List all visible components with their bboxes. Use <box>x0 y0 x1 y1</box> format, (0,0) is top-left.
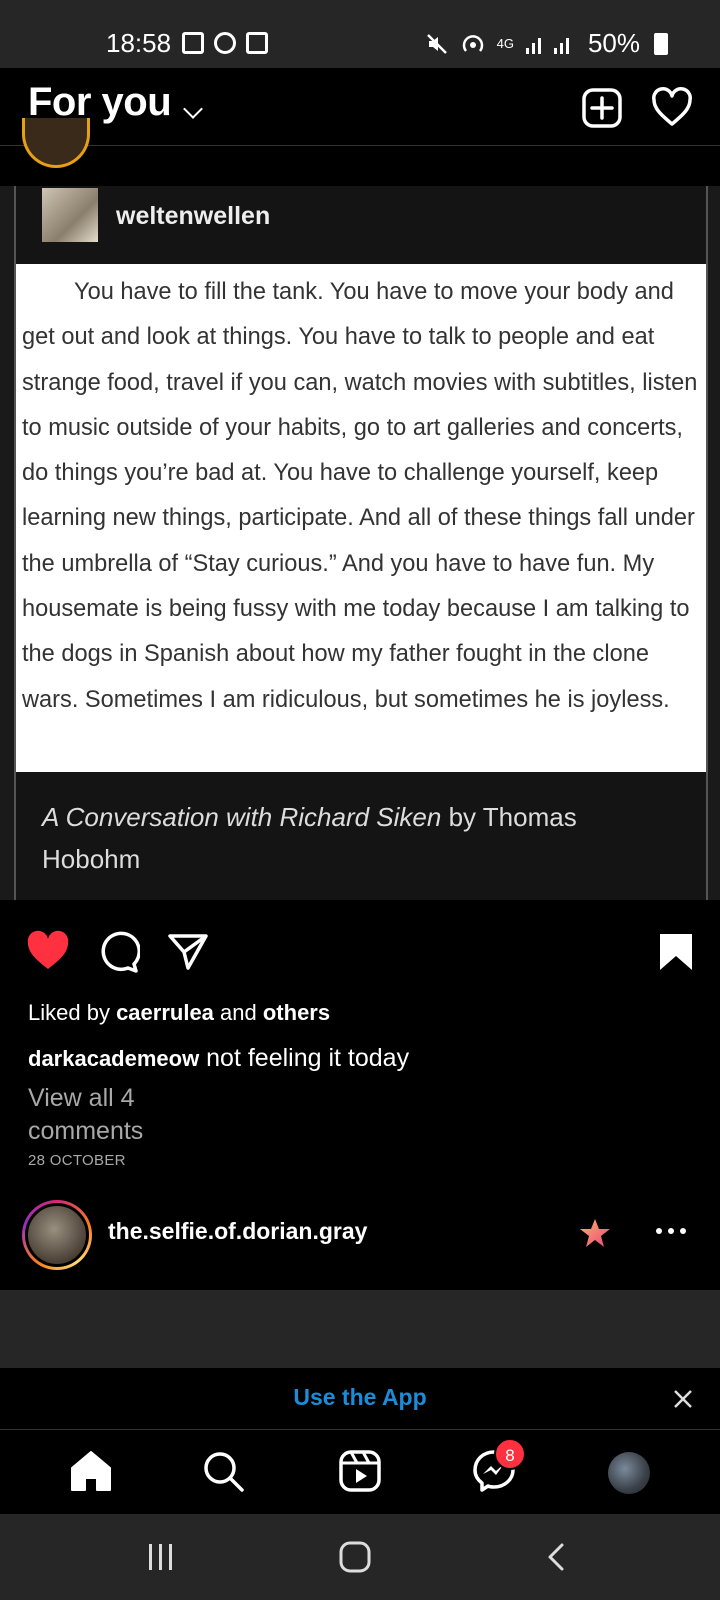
next-post-username[interactable]: the.selfie.of.dorian.gray <box>108 1218 367 1245</box>
home-button-icon[interactable] <box>338 1540 372 1574</box>
quote-source: A Conversation with Richard Siken by Tho… <box>16 772 706 900</box>
profile-avatar[interactable] <box>608 1452 650 1494</box>
post-header-strip <box>0 146 720 186</box>
battery-percent: 50% <box>587 28 640 58</box>
use-app-banner: Use the App <box>0 1368 720 1430</box>
recent-apps-icon[interactable] <box>146 1542 176 1572</box>
caption-text: not feeling it today <box>199 1044 410 1072</box>
liked-by-others[interactable]: others <box>263 1000 330 1025</box>
post-action-bar <box>0 900 720 1000</box>
status-bar: 18:58 4G 50% <box>0 0 720 68</box>
reels-icon[interactable] <box>337 1448 383 1494</box>
chevron-down-icon[interactable] <box>183 99 203 119</box>
caption-author[interactable]: darkacademeow <box>28 1046 199 1071</box>
search-icon[interactable] <box>200 1448 246 1494</box>
app-notification-icon <box>214 32 236 54</box>
post-image[interactable]: weltenwellen You have to fill the tank. … <box>0 186 720 900</box>
messages-badge: 8 <box>494 1438 526 1470</box>
mute-icon <box>426 33 447 54</box>
bottom-navigation: 8 <box>0 1430 720 1514</box>
tumblr-avatar <box>42 188 98 242</box>
post-caption: darkacademeow not feeling it today <box>28 1044 409 1073</box>
tumblr-post-header: weltenwellen <box>16 186 706 264</box>
liked-heart-icon[interactable] <box>26 930 70 974</box>
quote-text: You have to fill the tank. You have to m… <box>22 279 698 713</box>
tumblr-username: weltenwellen <box>116 202 271 230</box>
share-icon[interactable] <box>166 930 210 974</box>
post-date: 28 OCTOBER <box>28 1152 126 1169</box>
source-title: A Conversation with Richard Siken <box>42 802 442 832</box>
liked-by-user[interactable]: caerrulea <box>116 1000 214 1025</box>
likes-summary[interactable]: Liked by caerrulea and others <box>28 1000 330 1026</box>
screenshot-notification-icon <box>246 32 268 54</box>
app-header: For you <box>0 68 720 146</box>
use-app-link[interactable]: Use the App <box>0 1384 720 1411</box>
hotspot-icon <box>462 34 483 52</box>
network-type: 4G <box>496 36 514 51</box>
plus-square-icon[interactable] <box>580 86 624 130</box>
gallery-notification-icon <box>182 32 204 54</box>
signal-icon <box>525 37 569 54</box>
status-time: 18:58 <box>106 28 172 58</box>
system-navigation-bar <box>0 1514 720 1600</box>
home-icon[interactable] <box>68 1448 114 1494</box>
heart-icon[interactable] <box>650 86 694 130</box>
next-post-header: the.selfie.of.dorian.gray <box>0 1190 720 1290</box>
close-icon[interactable] <box>668 1384 698 1414</box>
saved-bookmark-icon[interactable] <box>654 930 698 974</box>
quote-text-box: You have to fill the tank. You have to m… <box>16 264 706 772</box>
next-post-avatar[interactable] <box>22 1200 92 1270</box>
feed-separator <box>0 1290 720 1368</box>
back-icon[interactable] <box>542 1542 572 1572</box>
view-comments-link[interactable]: View all 4 comments <box>28 1082 228 1148</box>
favorite-star-icon <box>580 1219 610 1247</box>
battery-icon <box>654 32 668 55</box>
more-options-icon[interactable] <box>656 1228 686 1234</box>
comment-icon[interactable] <box>96 930 140 974</box>
